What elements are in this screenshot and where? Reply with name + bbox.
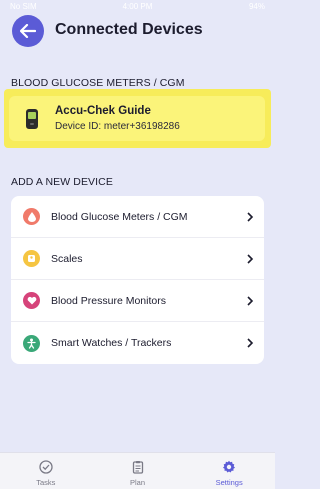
- tab-bar: Tasks Plan Settings: [0, 452, 275, 489]
- tab-plan[interactable]: Plan: [92, 453, 184, 489]
- device-name: Accu-Chek Guide: [55, 105, 151, 117]
- chevron-right-icon: [247, 253, 254, 264]
- tab-tasks[interactable]: Tasks: [0, 453, 92, 489]
- back-button[interactable]: [12, 15, 44, 47]
- glucose-meter-icon: [26, 109, 38, 129]
- blood-drop-icon: [23, 208, 40, 225]
- tab-settings[interactable]: Settings: [183, 453, 275, 489]
- connected-device-card[interactable]: Accu-Chek Guide Device ID: meter+3619828…: [9, 96, 265, 141]
- page-title: Connected Devices: [55, 21, 203, 38]
- list-item-blood-glucose[interactable]: Blood Glucose Meters / CGM: [11, 196, 264, 238]
- tab-label: Plan: [130, 478, 146, 487]
- device-id: Device ID: meter+36198286: [55, 121, 180, 132]
- header: Connected Devices: [0, 12, 275, 52]
- tab-label: Tasks: [36, 478, 56, 487]
- list-item-label: Smart Watches / Trackers: [51, 337, 172, 349]
- scale-icon: [23, 250, 40, 267]
- heart-icon: [23, 292, 40, 309]
- chevron-right-icon: [247, 211, 254, 222]
- connected-section-title: BLOOD GLUCOSE METERS / CGM: [11, 77, 185, 89]
- arrow-left-icon: [20, 24, 36, 38]
- gear-icon: [223, 460, 236, 473]
- status-bar: No SIM 4:00 PM 94%: [0, 0, 275, 12]
- list-item-smart-watches[interactable]: Smart Watches / Trackers: [11, 322, 264, 364]
- add-section-title: ADD A NEW DEVICE: [11, 176, 113, 188]
- check-circle-icon: [39, 460, 53, 474]
- tab-label: Settings: [215, 478, 243, 487]
- person-icon: [23, 334, 40, 352]
- status-time: 4:00 PM: [122, 1, 153, 11]
- clipboard-icon: [132, 461, 143, 474]
- list-item-label: Blood Pressure Monitors: [51, 294, 166, 307]
- list-item-label: Blood Glucose Meters / CGM: [51, 210, 188, 223]
- chevron-right-icon: [247, 295, 254, 306]
- list-item-scales[interactable]: Scales: [11, 238, 264, 280]
- list-item-blood-pressure[interactable]: Blood Pressure Monitors: [11, 280, 264, 322]
- device-type-list: Blood Glucose Meters / CGM Scales Blood …: [11, 196, 264, 364]
- chevron-right-icon: [247, 338, 254, 348]
- list-item-label: Scales: [51, 252, 83, 265]
